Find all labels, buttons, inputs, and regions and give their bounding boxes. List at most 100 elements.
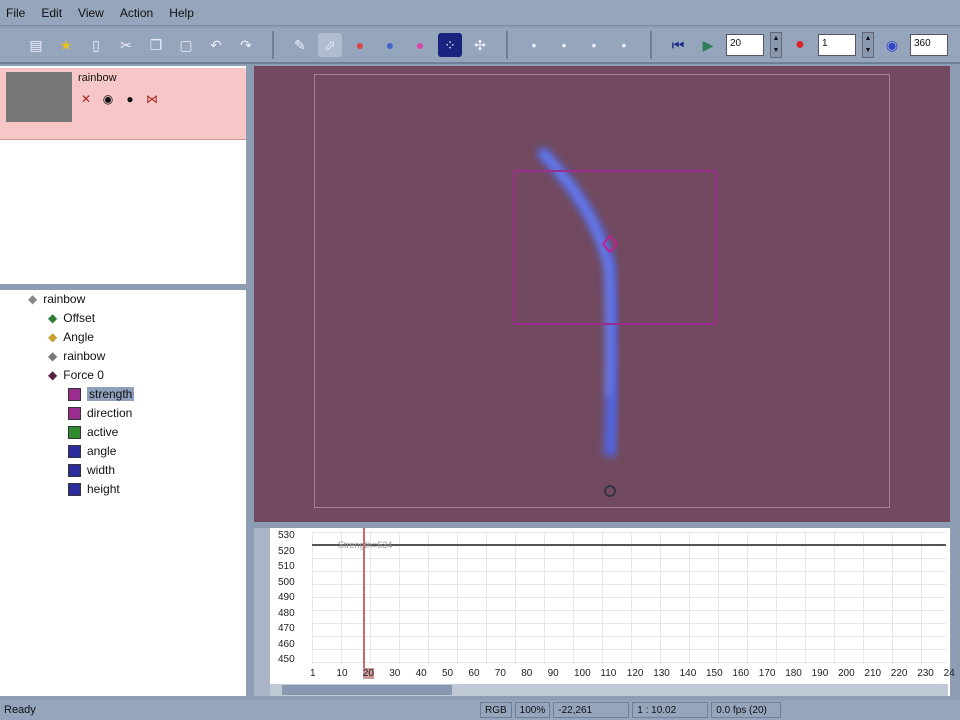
layer-lock-icon[interactable]: ⋈: [144, 92, 160, 108]
curve-label: Strength=534: [338, 540, 393, 550]
tree-item-label: direction: [87, 406, 133, 420]
tree-item[interactable]: ◆ rainbow: [28, 292, 85, 306]
pink-emitter-icon[interactable]: ●: [408, 33, 432, 57]
tree-item[interactable]: ◆ Offset: [48, 311, 95, 325]
x-tick-label: 220: [890, 668, 908, 679]
tree-item-label: active: [87, 425, 119, 439]
paste-icon[interactable]: ▢: [174, 33, 198, 57]
status-mode: RGB: [480, 702, 512, 718]
tree-item[interactable]: angle: [68, 444, 116, 458]
record-icon[interactable]: ●: [788, 33, 812, 57]
layer-item[interactable]: rainbow ✕ ◉ ● ⋈: [0, 68, 246, 140]
menu-view[interactable]: View: [78, 6, 104, 20]
tree-item-label: angle: [87, 444, 117, 458]
current-frame-marker[interactable]: [363, 528, 365, 668]
menu-action[interactable]: Action: [120, 6, 153, 20]
x-tick-label: 20: [362, 668, 374, 679]
color-swatch-icon: [68, 463, 81, 477]
open-icon[interactable]: ★: [54, 33, 78, 57]
y-tick-label: 470: [278, 623, 295, 634]
x-tick-label: 160: [732, 668, 750, 679]
x-tick-label: 10: [336, 668, 348, 679]
x-tick-label: 40: [415, 668, 427, 679]
layer-thumbnail: [6, 72, 72, 122]
tree-item[interactable]: ◆ Force 0: [48, 368, 104, 382]
emitter-origin-icon[interactable]: [604, 485, 616, 497]
menu-file[interactable]: File: [6, 6, 25, 20]
color-swatch-icon: [68, 425, 81, 439]
point-icon[interactable]: •: [522, 33, 546, 57]
record-input[interactable]: 1: [818, 34, 856, 56]
rewind-icon[interactable]: ⏮: [666, 33, 690, 57]
redo-icon[interactable]: ↷: [234, 33, 258, 57]
play-icon[interactable]: ▶: [696, 33, 720, 57]
frame-input[interactable]: 20: [726, 34, 764, 56]
select-tool-icon[interactable]: ⬀: [318, 33, 342, 57]
status-bar: Ready RGB 100% -22,261 1 : 10.02 0.0 fps…: [0, 700, 960, 720]
tree-item[interactable]: ◆ rainbow: [48, 349, 105, 363]
x-tick-label: 140: [679, 668, 697, 679]
horizontal-scrollbar[interactable]: [270, 684, 948, 696]
angle-icon: ◆: [48, 330, 58, 344]
layer-solo-icon[interactable]: ●: [122, 92, 138, 108]
tree-item[interactable]: direction: [68, 406, 132, 420]
x-tick-label: 60: [468, 668, 480, 679]
record-stepper[interactable]: ▲ ▼: [862, 32, 874, 58]
menu-bar: File Edit View Action Help: [0, 0, 960, 26]
force-area-rect[interactable]: [513, 170, 717, 325]
menu-edit[interactable]: Edit: [41, 6, 62, 20]
point-up-icon[interactable]: •: [552, 33, 576, 57]
x-tick-label: 180: [785, 668, 802, 679]
tree-item[interactable]: active: [68, 425, 118, 439]
force-icon: ◆: [48, 368, 58, 382]
blue-emitter-icon[interactable]: ●: [378, 33, 402, 57]
pencil-icon[interactable]: ✎: [288, 33, 312, 57]
x-tick-label: 190: [811, 668, 829, 679]
y-tick-label: 490: [278, 592, 295, 603]
panel-splitter[interactable]: [0, 284, 250, 290]
layer-mode-icon[interactable]: ✕: [78, 92, 94, 108]
x-tick-label: 230: [917, 668, 934, 679]
x-tick-label: 170: [758, 668, 776, 679]
tree-item[interactable]: height: [68, 482, 120, 496]
tree-item[interactable]: strength: [68, 387, 135, 401]
graph-grid[interactable]: [312, 532, 946, 664]
copy-icon[interactable]: ❐: [144, 33, 168, 57]
group-icon: ◆: [28, 292, 38, 306]
tree-item-label: Offset: [63, 311, 96, 325]
point-down-icon[interactable]: •: [582, 33, 606, 57]
tree-item-label: rainbow: [43, 292, 86, 306]
color-swatch-icon: [68, 387, 81, 401]
point-right-icon[interactable]: •: [612, 33, 636, 57]
tree-item-label: height: [87, 482, 120, 496]
x-tick-label: 100: [574, 668, 591, 679]
save-icon[interactable]: ▯: [84, 33, 108, 57]
tree-item[interactable]: ◆ Angle: [48, 330, 94, 344]
tree-item[interactable]: width: [68, 463, 115, 477]
layer-visible-icon[interactable]: ◉: [100, 92, 116, 108]
red-emitter-icon[interactable]: ●: [348, 33, 372, 57]
canvas-viewport[interactable]: [254, 66, 950, 522]
cut-icon[interactable]: ✂: [114, 33, 138, 57]
x-tick-label: 110: [600, 668, 617, 679]
frame-stepper[interactable]: ▲ ▼: [770, 32, 782, 58]
status-text: Ready: [4, 704, 36, 716]
status-fps: 0.0 fps (20): [711, 702, 782, 718]
x-tick-label: 90: [547, 668, 559, 679]
undo-icon[interactable]: ↶: [204, 33, 228, 57]
color-swatch-icon: [68, 444, 81, 458]
vertical-scrollbar[interactable]: [254, 528, 270, 696]
view-icon[interactable]: ◉: [880, 33, 904, 57]
particles-icon[interactable]: ⁘: [438, 33, 462, 57]
tree-item-label: Angle: [63, 330, 94, 344]
strength-curve[interactable]: [312, 544, 946, 546]
zoom-input[interactable]: 360: [910, 34, 948, 56]
y-tick-label: 510: [278, 561, 295, 572]
new-icon[interactable]: ▤: [24, 33, 48, 57]
y-tick-label: 530: [278, 530, 295, 541]
x-tick-label: 30: [389, 668, 401, 679]
menu-help[interactable]: Help: [169, 6, 194, 20]
tree-item-label: rainbow: [63, 349, 106, 363]
move-icon[interactable]: ✣: [468, 33, 492, 57]
y-tick-label: 500: [278, 576, 295, 588]
